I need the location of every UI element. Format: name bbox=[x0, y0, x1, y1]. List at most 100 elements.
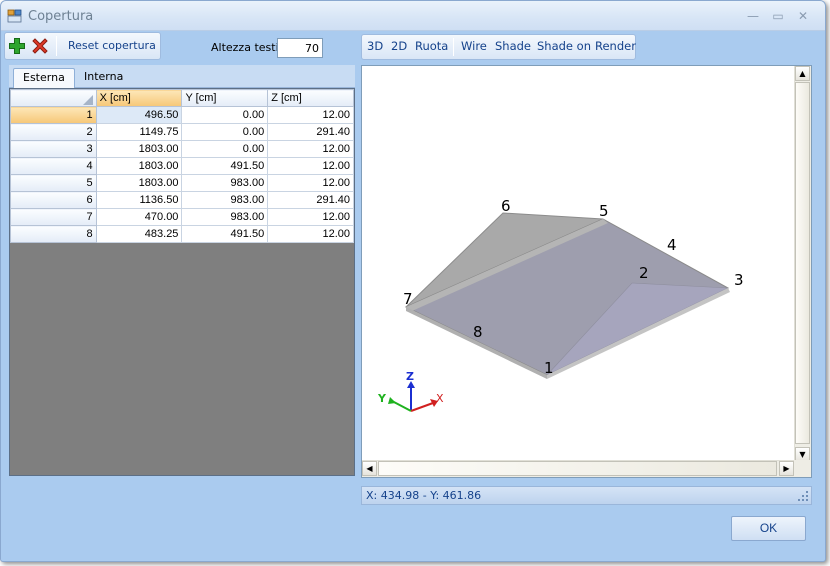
cell-z[interactable]: 12.00 bbox=[267, 106, 354, 124]
point-label: 4 bbox=[667, 236, 677, 254]
row-header[interactable]: 3 bbox=[10, 140, 97, 158]
cell-x[interactable]: 1803.00 bbox=[95, 174, 183, 192]
cell-z[interactable]: 12.00 bbox=[267, 140, 354, 158]
rotate-button[interactable]: Ruota bbox=[415, 39, 448, 53]
select-all-triangle-icon bbox=[82, 94, 93, 105]
point-label: 6 bbox=[501, 197, 511, 215]
cell-y[interactable]: 0.00 bbox=[181, 140, 269, 158]
scrollbar-corner bbox=[794, 460, 811, 477]
row-header[interactable]: 7 bbox=[10, 208, 97, 226]
scroll-right-button[interactable]: ▶ bbox=[779, 461, 794, 476]
column-header-y[interactable]: Y [cm] bbox=[181, 89, 269, 107]
axis-label-y: Y bbox=[377, 392, 387, 405]
grid-header-row: X [cm] Y [cm] Z [cm] bbox=[10, 89, 354, 107]
cell-y[interactable]: 491.50 bbox=[181, 157, 269, 175]
column-header-z[interactable]: Z [cm] bbox=[267, 89, 354, 107]
tab-interna[interactable]: Interna bbox=[75, 68, 132, 88]
grid-table: X [cm] Y [cm] Z [cm] 1 496.50 0.00 12.00… bbox=[10, 89, 354, 243]
altezza-testi-label: Altezza testi bbox=[211, 41, 279, 54]
scroll-up-button[interactable]: ▲ bbox=[795, 66, 810, 81]
table-row[interactable]: 1 496.50 0.00 12.00 bbox=[10, 106, 354, 124]
table-row[interactable]: 3 1803.00 0.00 12.00 bbox=[10, 140, 354, 158]
point-label: 5 bbox=[599, 202, 609, 220]
3d-viewport[interactable]: 1 2 3 4 5 6 7 8 Z Y X ▲ ▼ ◀ ▶ bbox=[361, 65, 812, 478]
title-bar[interactable]: Copertura — ▭ ✕ bbox=[1, 1, 825, 31]
maximize-button[interactable]: ▭ bbox=[770, 8, 786, 24]
point-label: 7 bbox=[403, 290, 413, 308]
cell-x[interactable]: 496.50 bbox=[95, 106, 183, 124]
vertical-scroll-thumb[interactable] bbox=[795, 82, 810, 444]
render-button[interactable]: Render bbox=[595, 39, 636, 53]
ok-button[interactable]: OK bbox=[731, 516, 806, 541]
cell-y[interactable]: 491.50 bbox=[181, 225, 269, 243]
cell-z[interactable]: 12.00 bbox=[267, 157, 354, 175]
axis-gizmo: Z Y X bbox=[377, 370, 444, 412]
window-title: Copertura bbox=[28, 9, 94, 24]
plus-icon[interactable] bbox=[8, 37, 26, 55]
point-label: 1 bbox=[544, 359, 554, 377]
point-label: 2 bbox=[639, 264, 649, 282]
status-bar: X: 434.98 - Y: 461.86 bbox=[361, 486, 812, 505]
cell-z[interactable]: 12.00 bbox=[267, 225, 354, 243]
coordinates-grid: X [cm] Y [cm] Z [cm] 1 496.50 0.00 12.00… bbox=[9, 88, 355, 476]
toolbar-separator bbox=[56, 36, 57, 56]
table-row[interactable]: 6 1136.50 983.00 291.40 bbox=[10, 191, 354, 209]
cell-x[interactable]: 1803.00 bbox=[95, 157, 183, 175]
grid-corner-header[interactable] bbox=[10, 89, 97, 107]
axis-label-x: X bbox=[436, 392, 444, 405]
altezza-testi-input[interactable] bbox=[277, 38, 323, 58]
left-toolbar: Reset copertura bbox=[4, 32, 161, 60]
cell-x[interactable]: 1149.75 bbox=[95, 123, 183, 141]
wire-button[interactable]: Wire bbox=[461, 39, 487, 53]
row-header[interactable]: 5 bbox=[10, 174, 97, 192]
tabs-bar: Esterna Interna bbox=[9, 65, 355, 88]
tab-esterna[interactable]: Esterna bbox=[13, 68, 75, 88]
point-label: 8 bbox=[473, 323, 483, 341]
resize-grip-icon[interactable] bbox=[797, 490, 809, 502]
scroll-left-button[interactable]: ◀ bbox=[362, 461, 377, 476]
view-3d-button[interactable]: 3D bbox=[367, 39, 383, 53]
cell-y[interactable]: 0.00 bbox=[181, 123, 269, 141]
table-row[interactable]: 5 1803.00 983.00 12.00 bbox=[10, 174, 354, 192]
cell-y[interactable]: 983.00 bbox=[181, 191, 269, 209]
reset-copertura-button[interactable]: Reset copertura bbox=[62, 36, 162, 56]
row-header[interactable]: 1 bbox=[10, 106, 97, 124]
delete-x-icon[interactable] bbox=[31, 37, 49, 55]
close-button[interactable]: ✕ bbox=[795, 8, 811, 24]
cell-y[interactable]: 0.00 bbox=[181, 106, 269, 124]
vertical-scrollbar[interactable]: ▲ ▼ bbox=[794, 66, 811, 462]
cell-y[interactable]: 983.00 bbox=[181, 174, 269, 192]
cell-z[interactable]: 12.00 bbox=[267, 174, 354, 192]
cell-z[interactable]: 12.00 bbox=[267, 208, 354, 226]
minimize-button[interactable]: — bbox=[745, 8, 761, 24]
app-icon bbox=[7, 9, 22, 23]
cell-x[interactable]: 1136.50 bbox=[95, 191, 183, 209]
cursor-coordinates: X: 434.98 - Y: 461.86 bbox=[366, 489, 482, 502]
cell-x[interactable]: 470.00 bbox=[95, 208, 183, 226]
view-toolbar: 3D 2D Ruota Wire Shade Shade on Render bbox=[361, 34, 636, 60]
shade-on-button[interactable]: Shade on bbox=[537, 39, 591, 53]
table-row[interactable]: 7 470.00 983.00 12.00 bbox=[10, 208, 354, 226]
table-row[interactable]: 4 1803.00 491.50 12.00 bbox=[10, 157, 354, 175]
view-2d-button[interactable]: 2D bbox=[391, 39, 407, 53]
copertura-window: Copertura — ▭ ✕ Reset copertura Altezza … bbox=[0, 0, 826, 562]
table-row[interactable]: 2 1149.75 0.00 291.40 bbox=[10, 123, 354, 141]
cell-y[interactable]: 983.00 bbox=[181, 208, 269, 226]
view-toolbar-separator bbox=[453, 38, 454, 56]
horizontal-scrollbar[interactable]: ◀ ▶ bbox=[362, 460, 794, 477]
shade-button[interactable]: Shade bbox=[495, 39, 531, 53]
point-label: 3 bbox=[734, 271, 744, 289]
cell-z[interactable]: 291.40 bbox=[267, 191, 354, 209]
table-row[interactable]: 8 483.25 491.50 12.00 bbox=[10, 225, 354, 243]
horizontal-scroll-thumb[interactable] bbox=[378, 461, 777, 476]
cell-x[interactable]: 483.25 bbox=[95, 225, 183, 243]
axis-label-z: Z bbox=[406, 370, 414, 383]
roof-3d-drawing: 1 2 3 4 5 6 7 8 Z Y X bbox=[377, 197, 744, 412]
row-header[interactable]: 2 bbox=[10, 123, 97, 141]
cell-x[interactable]: 1803.00 bbox=[95, 140, 183, 158]
column-header-x[interactable]: X [cm] bbox=[95, 89, 183, 107]
cell-z[interactable]: 291.40 bbox=[267, 123, 354, 141]
row-header[interactable]: 6 bbox=[10, 191, 97, 209]
row-header[interactable]: 8 bbox=[10, 225, 97, 243]
row-header[interactable]: 4 bbox=[10, 157, 97, 175]
